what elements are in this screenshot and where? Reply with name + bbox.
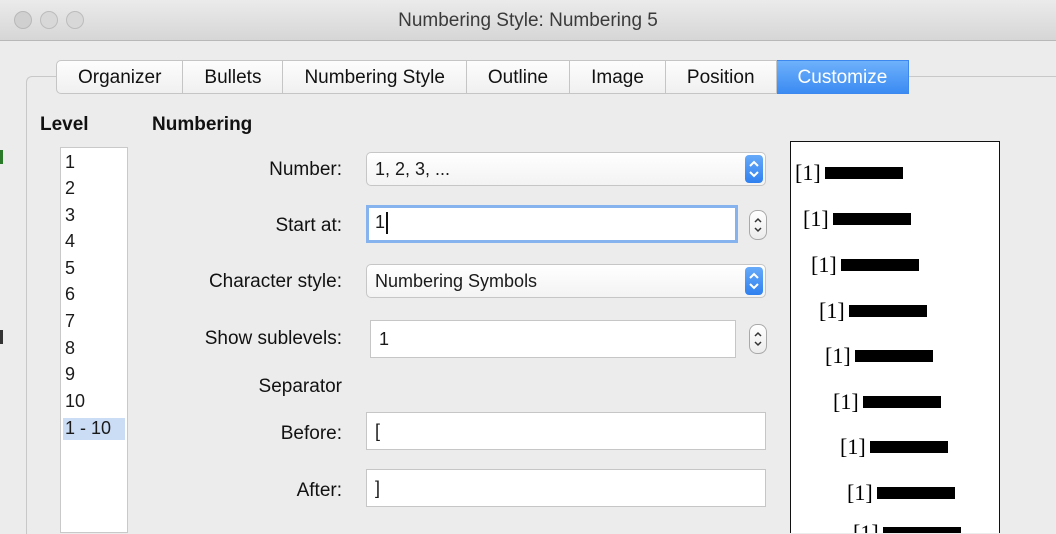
preview-number: [1] — [795, 160, 821, 185]
preview-number: [1] — [803, 206, 829, 231]
start-at-label: Start at: — [275, 215, 342, 236]
preview-number: [1] — [847, 480, 873, 505]
select-arrows-icon — [745, 155, 763, 183]
title-bar: Numbering Style: Numbering 5 — [0, 0, 1056, 41]
level-item[interactable]: 1 — [63, 152, 125, 178]
show-sublevels-input[interactable]: 1 — [370, 320, 736, 358]
level-heading: Level — [40, 114, 89, 135]
preview-row: [1] — [833, 387, 941, 417]
tab-bar: Organizer Bullets Numbering Style Outlin… — [56, 60, 910, 96]
before-value: [ — [375, 421, 381, 441]
level-item[interactable]: 9 — [63, 364, 125, 390]
preview-text-bar — [882, 527, 961, 533]
preview-text-bar — [869, 441, 948, 453]
text-caret — [386, 212, 389, 235]
start-at-input[interactable]: 1 — [366, 205, 738, 243]
level-item[interactable]: 4 — [63, 231, 125, 257]
show-sublevels-stepper[interactable] — [749, 324, 767, 354]
after-label: After: — [296, 480, 342, 501]
tab-position[interactable]: Position — [665, 60, 777, 94]
preview-text-bar — [824, 167, 903, 179]
before-label: Before: — [280, 423, 342, 444]
preview-row: [1] — [853, 518, 961, 533]
character-style-select[interactable]: Numbering Symbols — [366, 264, 766, 298]
preview-row: [1] — [847, 478, 955, 508]
number-select[interactable]: 1, 2, 3, ... — [366, 152, 766, 186]
level-list[interactable]: 1 2 3 4 5 6 7 8 9 10 1 - 10 — [60, 147, 128, 533]
preview-row: [1] — [803, 204, 911, 234]
preview-row: [1] — [840, 432, 948, 462]
start-at-value: 1 — [375, 212, 386, 232]
stepper-arrows-icon — [754, 331, 762, 347]
left-edge-mark — [0, 330, 3, 344]
preview-number: [1] — [819, 298, 845, 323]
preview-row: [1] — [811, 250, 919, 280]
number-label: Number: — [269, 159, 342, 180]
level-item[interactable]: 3 — [63, 205, 125, 231]
character-style-label: Character style: — [208, 271, 342, 292]
stepper-arrows-icon — [754, 217, 762, 233]
select-arrows-icon — [745, 267, 763, 295]
preview-number: [1] — [811, 252, 837, 277]
after-input[interactable]: ] — [366, 469, 766, 507]
numbering-preview: [1] [1] [1] [1] [1] [1] [1] [1] [1] — [790, 141, 1000, 533]
preview-text-bar — [848, 305, 927, 317]
level-item[interactable]: 10 — [63, 391, 125, 417]
character-style-value: Numbering Symbols — [375, 271, 538, 291]
start-at-stepper[interactable] — [749, 210, 767, 240]
tab-organizer[interactable]: Organizer — [56, 60, 184, 94]
preview-row: [1] — [795, 158, 903, 188]
tab-outline[interactable]: Outline — [466, 60, 571, 94]
window-title: Numbering Style: Numbering 5 — [398, 10, 658, 31]
preview-number: [1] — [833, 389, 859, 414]
level-item[interactable]: 8 — [63, 338, 125, 364]
tab-customize[interactable]: Customize — [776, 60, 910, 94]
preview-text-bar — [832, 213, 911, 225]
preview-text-bar — [862, 396, 941, 408]
tab-image[interactable]: Image — [570, 60, 666, 94]
tab-numbering-style[interactable]: Numbering Style — [283, 60, 467, 94]
number-select-value: 1, 2, 3, ... — [375, 159, 451, 179]
numbering-heading: Numbering — [152, 114, 253, 135]
after-value: ] — [375, 478, 381, 498]
preview-number: [1] — [825, 343, 851, 368]
show-sublevels-label: Show sublevels: — [204, 328, 342, 349]
preview-text-bar — [854, 350, 933, 362]
preview-text-bar — [840, 259, 919, 271]
preview-number: [1] — [840, 434, 866, 459]
tab-bullets[interactable]: Bullets — [183, 60, 284, 94]
preview-row: [1] — [819, 296, 927, 326]
separator-label: Separator — [258, 376, 342, 397]
left-edge-mark — [0, 150, 3, 164]
preview-text-bar — [876, 487, 955, 499]
level-item-selected[interactable]: 1 - 10 — [63, 418, 125, 440]
preview-row: [1] — [825, 341, 933, 371]
preview-number: [1] — [853, 520, 879, 533]
level-item[interactable]: 5 — [63, 258, 125, 284]
level-item[interactable]: 2 — [63, 178, 125, 204]
level-item[interactable]: 6 — [63, 284, 125, 310]
level-item[interactable]: 7 — [63, 311, 125, 337]
show-sublevels-value: 1 — [379, 329, 390, 349]
before-input[interactable]: [ — [366, 412, 766, 450]
